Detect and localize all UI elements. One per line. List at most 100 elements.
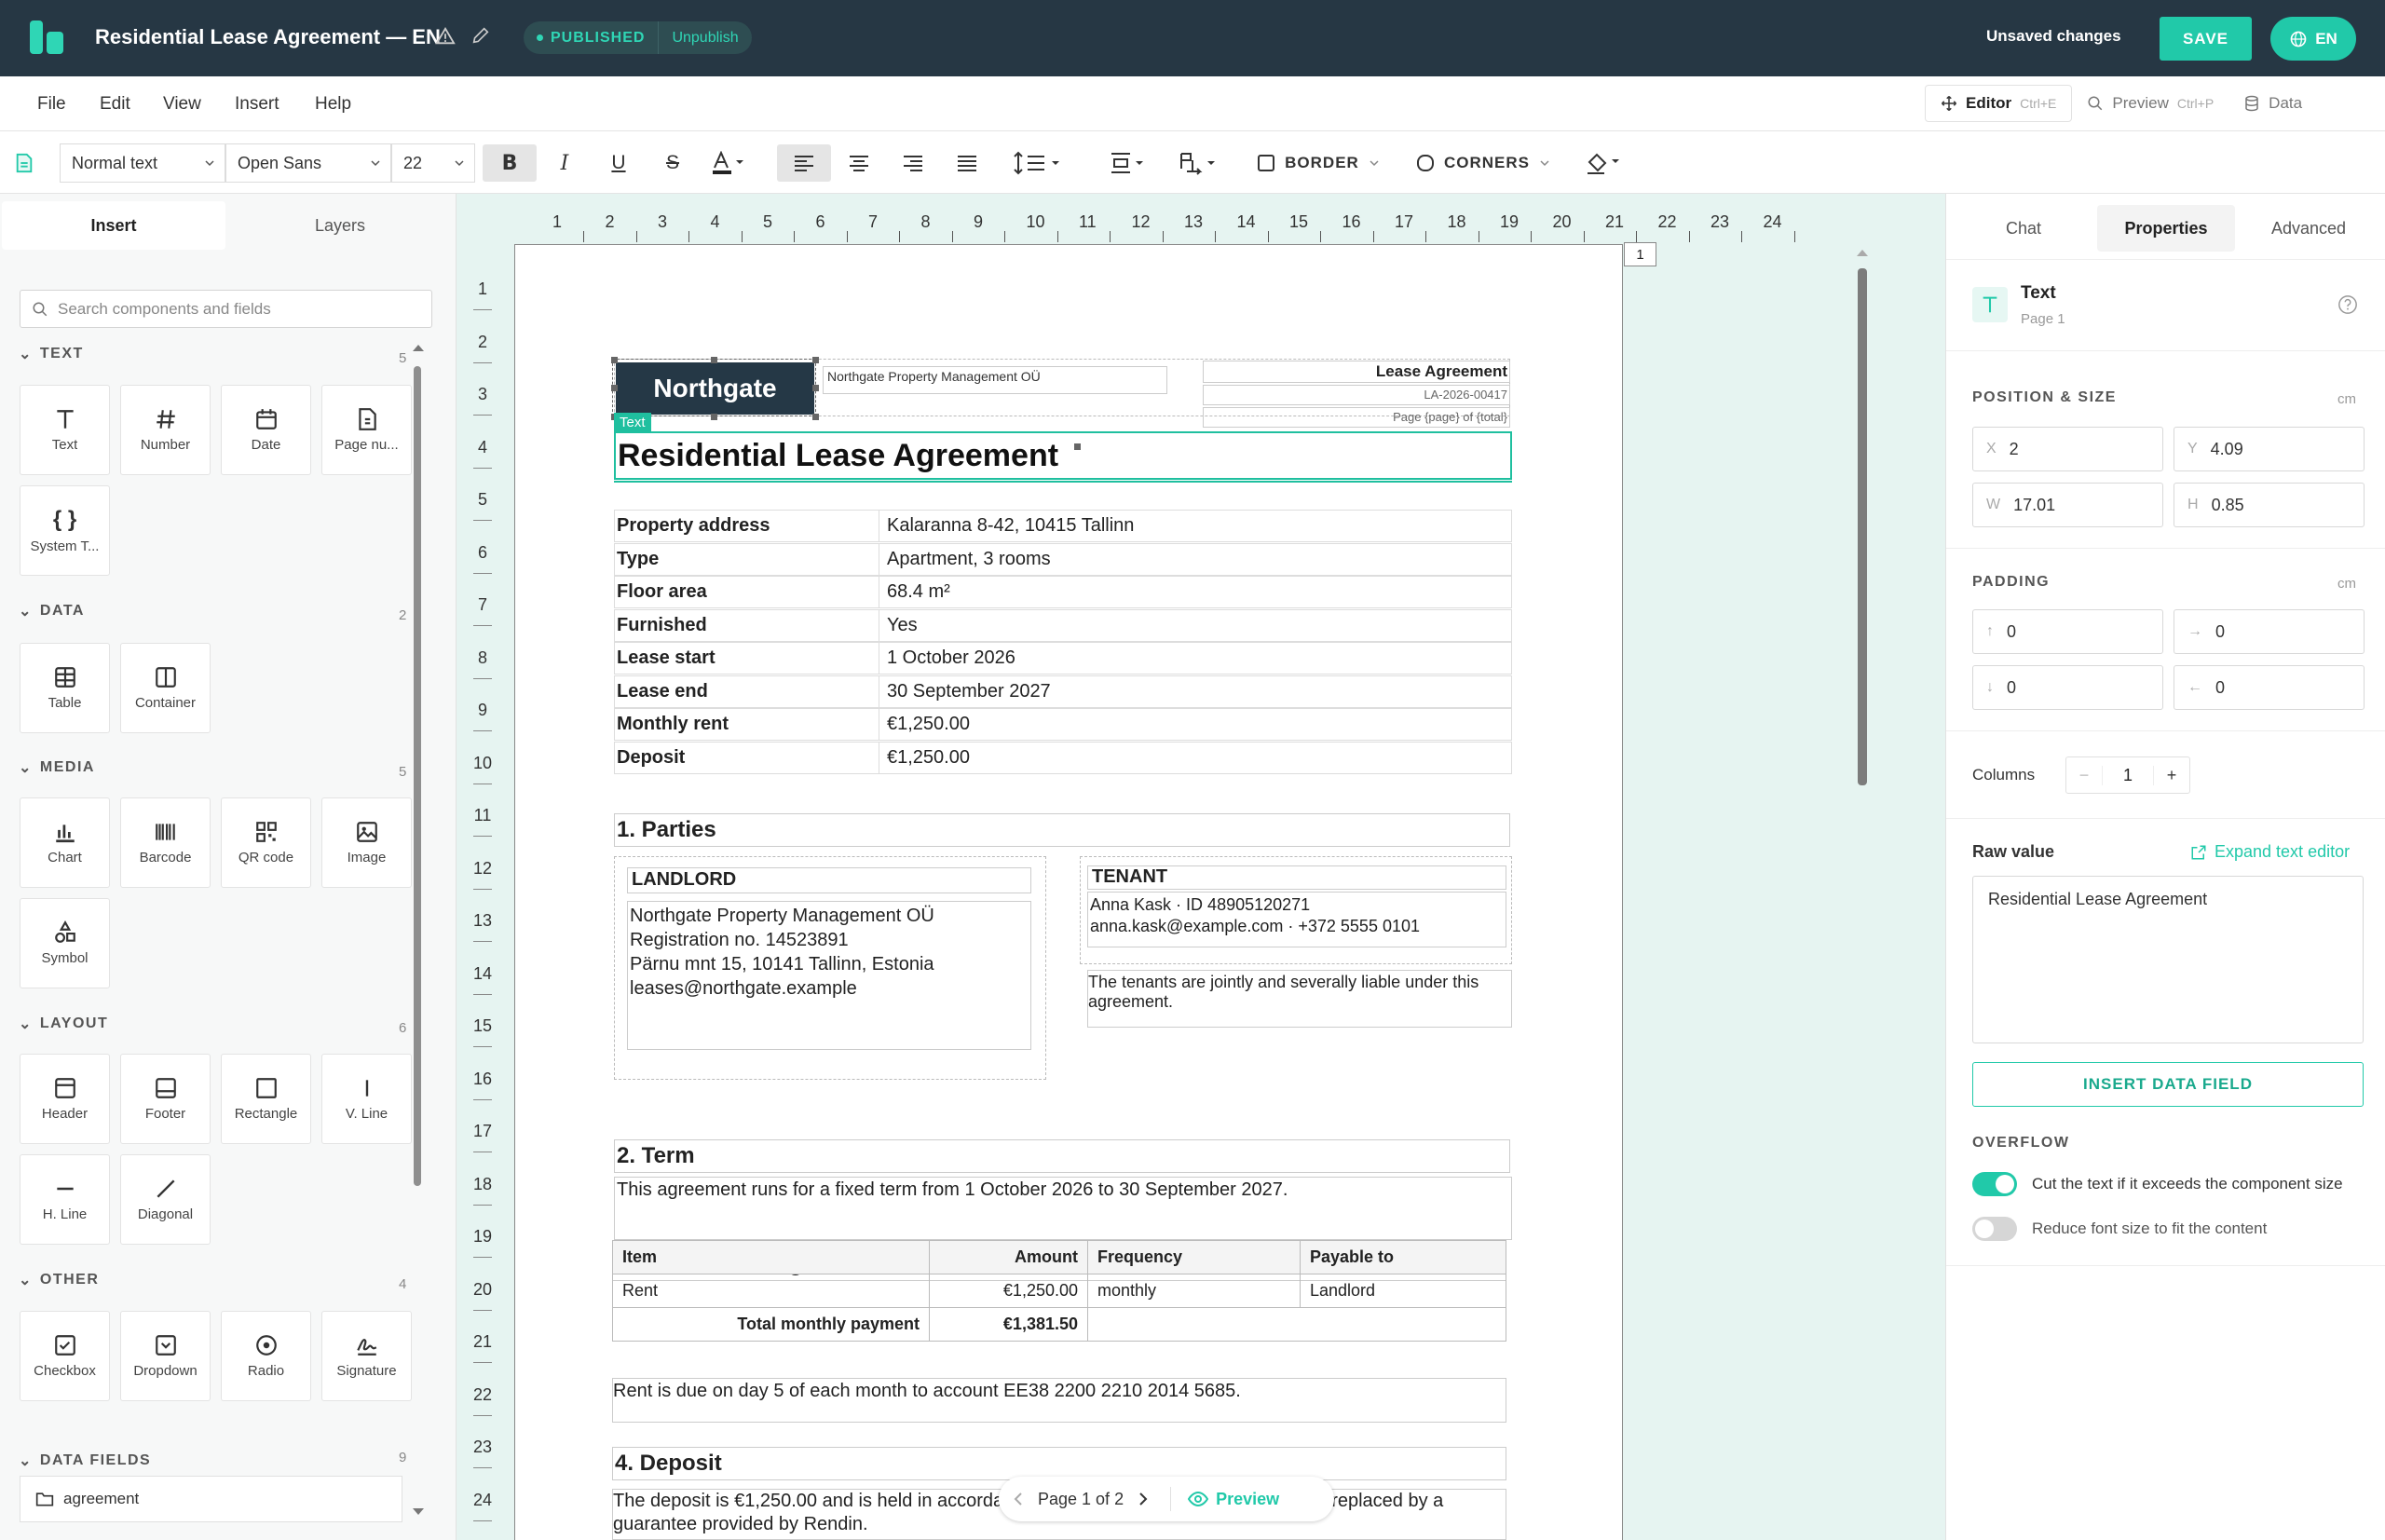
section-parties-heading[interactable]: 1. Parties bbox=[614, 813, 1510, 847]
editor-mode-button[interactable]: Editor Ctrl+E bbox=[1925, 85, 2073, 122]
scroll-down-arrow-icon[interactable] bbox=[412, 1507, 425, 1517]
canvas-scrollbar[interactable] bbox=[1858, 268, 1867, 785]
help-icon[interactable] bbox=[2337, 294, 2358, 315]
company-name[interactable]: Northgate Property Management OÜ bbox=[823, 366, 1167, 394]
tile-barcode[interactable]: Barcode bbox=[120, 797, 211, 888]
data-field-agreement[interactable]: agreement bbox=[20, 1476, 402, 1522]
left-panel-scrollbar[interactable] bbox=[414, 366, 421, 1186]
tile-dropdown[interactable]: Dropdown bbox=[120, 1311, 211, 1401]
table-row[interactable]: Lease start 1 October 2026 bbox=[614, 642, 1512, 675]
font-size-select[interactable]: 22 bbox=[391, 143, 475, 183]
text-color-icon[interactable] bbox=[706, 144, 753, 182]
header-page-count[interactable]: Page {page} of {total} bbox=[1203, 407, 1510, 428]
vertical-align-icon[interactable] bbox=[1105, 144, 1152, 182]
tile-qr-code[interactable]: QR code bbox=[221, 797, 311, 888]
document-title-text[interactable]: Residential Lease Agreement bbox=[614, 431, 1512, 480]
section-deposit-heading[interactable]: 4. Deposit bbox=[612, 1447, 1506, 1480]
chevron-left-icon[interactable] bbox=[1012, 1492, 1025, 1506]
y-field[interactable]: Y 4.09 bbox=[2174, 427, 2365, 471]
header-title[interactable]: Lease Agreement bbox=[1203, 361, 1510, 383]
tab-properties[interactable]: Properties bbox=[2097, 205, 2235, 252]
insert-data-field-button[interactable]: INSERT DATA FIELD bbox=[1972, 1062, 2364, 1107]
language-button[interactable]: EN bbox=[2270, 17, 2356, 61]
paragraph-style-select[interactable]: Normal text bbox=[60, 143, 225, 183]
tile-page-number[interactable]: Page nu... bbox=[321, 385, 412, 475]
text-direction-icon[interactable] bbox=[1174, 144, 1222, 182]
border-dropdown[interactable]: BORDER bbox=[1252, 144, 1384, 182]
tile-diagonal[interactable]: Diagonal bbox=[120, 1154, 211, 1245]
tenant-details[interactable]: Anna Kask · ID 48905120271 anna.kask@exa… bbox=[1087, 892, 1506, 947]
tile-vertical-line[interactable]: V. Line bbox=[321, 1054, 412, 1144]
font-family-select[interactable]: Open Sans bbox=[225, 143, 391, 183]
tile-radio[interactable]: Radio bbox=[221, 1311, 311, 1401]
preview-button[interactable]: Preview bbox=[1188, 1490, 1279, 1509]
section-other-header[interactable]: ⌄ OTHER bbox=[19, 1271, 99, 1289]
section-media-header[interactable]: ⌄ MEDIA bbox=[19, 758, 95, 777]
bold-icon[interactable]: B bbox=[483, 144, 537, 182]
columns-stepper[interactable]: − 1 + bbox=[2065, 756, 2190, 794]
rename-pencil-icon[interactable] bbox=[470, 25, 491, 46]
tenant-liability-note[interactable]: The tenants are jointly and severally li… bbox=[1087, 970, 1512, 1028]
table-row[interactable]: Type Apartment, 3 rooms bbox=[614, 542, 1512, 576]
width-field[interactable]: W 17.01 bbox=[1972, 483, 2163, 527]
align-right-icon[interactable] bbox=[893, 144, 934, 182]
tile-rectangle[interactable]: Rectangle bbox=[221, 1054, 311, 1144]
tab-layers[interactable]: Layers bbox=[228, 201, 452, 250]
section-term-heading[interactable]: 2. Term bbox=[614, 1139, 1510, 1173]
menu-help[interactable]: Help bbox=[315, 94, 351, 115]
tab-chat[interactable]: Chat bbox=[1956, 205, 2092, 252]
rent-table[interactable]: Item Amount Frequency Payable to Rent €1… bbox=[612, 1240, 1506, 1342]
table-row[interactable]: Property address Kalaranna 8-42, 10415 Ta… bbox=[614, 510, 1512, 542]
raw-value-textarea[interactable]: Residential Lease Agreement bbox=[1972, 876, 2364, 1043]
tab-insert[interactable]: Insert bbox=[2, 201, 225, 250]
document-title[interactable]: Residential Lease Agreement — EN bbox=[95, 25, 441, 49]
tile-symbol[interactable]: Symbol bbox=[20, 898, 110, 988]
line-height-icon[interactable] bbox=[1008, 144, 1075, 182]
align-center-icon[interactable] bbox=[838, 144, 879, 182]
unpublish-button[interactable]: Unpublish bbox=[659, 30, 751, 47]
underline-icon[interactable]: U bbox=[598, 144, 639, 182]
table-row[interactable]: Lease end 30 September 2027 bbox=[614, 675, 1512, 708]
expand-text-editor-link[interactable]: Expand text editor bbox=[2190, 842, 2350, 862]
menu-view[interactable]: View bbox=[163, 94, 201, 115]
tile-footer[interactable]: Footer bbox=[120, 1054, 211, 1144]
tile-image[interactable]: Image bbox=[321, 797, 412, 888]
strikethrough-icon[interactable]: S bbox=[652, 144, 693, 182]
tile-text[interactable]: Text bbox=[20, 385, 110, 475]
scroll-up-arrow-icon[interactable] bbox=[1856, 248, 1869, 257]
section-data-header[interactable]: ⌄ DATA bbox=[19, 602, 85, 620]
tile-chart[interactable]: Chart bbox=[20, 797, 110, 888]
tile-checkbox[interactable]: Checkbox bbox=[20, 1311, 110, 1401]
tile-horizontal-line[interactable]: H. Line bbox=[20, 1154, 110, 1245]
tile-number[interactable]: Number bbox=[120, 385, 211, 475]
tile-container[interactable]: Container bbox=[120, 643, 211, 733]
component-search-input[interactable]: Search components and fields bbox=[20, 290, 432, 328]
cut-text-toggle[interactable] bbox=[1972, 1172, 2017, 1196]
increment-button[interactable]: + bbox=[2154, 766, 2189, 785]
tile-signature[interactable]: Signature bbox=[321, 1311, 412, 1401]
reduce-font-toggle[interactable] bbox=[1972, 1217, 2017, 1241]
chevron-right-icon[interactable] bbox=[1137, 1492, 1150, 1506]
decrement-button[interactable]: − bbox=[2066, 766, 2102, 785]
table-row-total[interactable]: Total monthly payment €1,381.50 bbox=[612, 1307, 1506, 1342]
warning-icon[interactable] bbox=[435, 26, 456, 47]
scroll-up-arrow-icon[interactable] bbox=[412, 343, 425, 352]
padding-left-field[interactable]: ← 0 bbox=[2174, 665, 2365, 710]
header-reference[interactable]: LA-2026-00417 bbox=[1203, 385, 1510, 405]
preview-mode-button[interactable]: Preview Ctrl+P bbox=[2072, 85, 2228, 122]
padding-right-field[interactable]: → 0 bbox=[2174, 609, 2365, 654]
landlord-details[interactable]: Northgate Property Management OÜ Registr… bbox=[627, 901, 1031, 1050]
table-row[interactable]: Furnished Yes bbox=[614, 608, 1512, 642]
document-icon[interactable] bbox=[11, 144, 37, 182]
table-row[interactable]: Rent €1,250.00 monthly Landlord bbox=[612, 1274, 1506, 1308]
data-mode-button[interactable]: Data bbox=[2228, 85, 2317, 122]
italic-icon[interactable]: I bbox=[544, 144, 585, 182]
app-logo-icon[interactable] bbox=[28, 19, 65, 56]
menu-edit[interactable]: Edit bbox=[100, 94, 130, 115]
align-justify-icon[interactable] bbox=[947, 144, 988, 182]
save-button[interactable]: SAVE bbox=[2160, 17, 2252, 61]
padding-bottom-field[interactable]: ↓ 0 bbox=[1972, 665, 2163, 710]
height-field[interactable]: H 0.85 bbox=[2174, 483, 2365, 527]
table-row[interactable]: Deposit €1,250.00 bbox=[614, 741, 1512, 774]
tenant-heading[interactable]: TENANT bbox=[1087, 865, 1506, 890]
